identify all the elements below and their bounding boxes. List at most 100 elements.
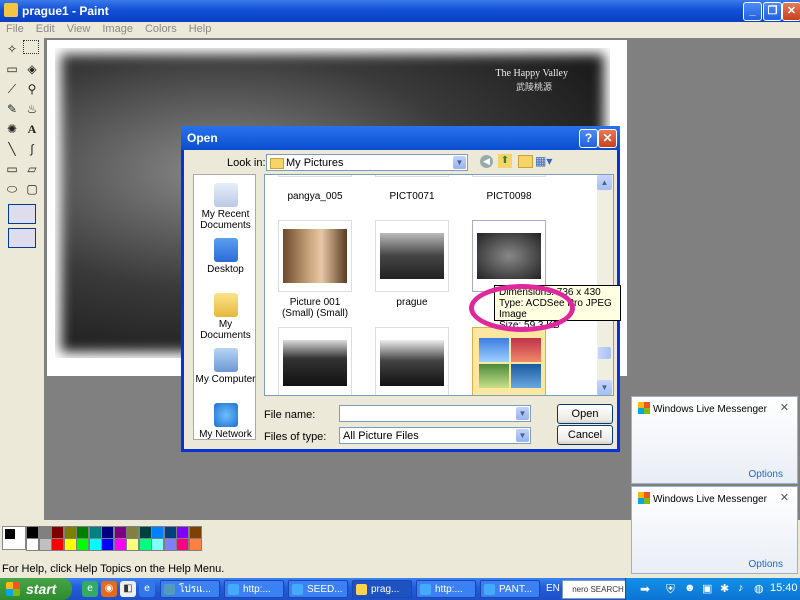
palette-swatch[interactable] [26, 538, 39, 551]
file-name-input[interactable]: ▼ [339, 405, 531, 422]
file-item-label[interactable]: Picture 001 (Small) (Small) [275, 297, 355, 319]
rounded-rect-icon[interactable]: ▢ [23, 180, 41, 198]
polygon-icon[interactable]: ▱ [23, 160, 41, 178]
dialog-close-button[interactable]: ✕ [598, 129, 617, 148]
opaque-select-icon[interactable] [8, 228, 36, 248]
palette-swatch[interactable] [51, 538, 64, 551]
palette-swatch[interactable] [38, 538, 52, 551]
text-tool-icon[interactable]: A [23, 120, 41, 138]
scroll-up-icon[interactable]: ▲ [597, 175, 612, 190]
palette-swatch[interactable] [101, 538, 114, 551]
messenger-toast[interactable]: Windows Live Messenger ✕ Options [631, 396, 798, 484]
rect-select-icon[interactable] [23, 40, 39, 54]
curve-icon[interactable]: ∫ [23, 140, 41, 158]
maximize-button[interactable]: ❐ [763, 2, 782, 21]
file-thumbnail[interactable] [375, 220, 449, 292]
messenger-tray-icon[interactable]: ☻ [684, 582, 696, 594]
look-in-select[interactable]: My Pictures ▼ [266, 154, 468, 171]
close-button[interactable]: ✕ [782, 2, 800, 21]
nero-search-box[interactable]: nero SEARCH [562, 580, 634, 599]
taskbar-item-active[interactable]: prag... [352, 580, 412, 598]
taskbar-item[interactable]: โปรแ... [160, 580, 220, 598]
file-type-select[interactable]: All Picture Files ▼ [339, 427, 531, 444]
toast-close-button[interactable]: ✕ [780, 401, 789, 414]
place-desktop[interactable]: Desktop [194, 238, 257, 275]
palette-swatch[interactable] [138, 538, 152, 551]
fill-bucket-icon[interactable]: ◈ [23, 60, 41, 78]
ie-icon[interactable]: e [139, 581, 155, 597]
clock[interactable]: 15:40 [770, 582, 798, 594]
transparent-select-icon[interactable] [8, 204, 36, 224]
eraser-icon[interactable]: ▭ [3, 60, 21, 78]
pencil-icon[interactable]: ✎ [3, 100, 21, 118]
arrow-icon[interactable]: ➡ [640, 582, 650, 596]
volume-icon[interactable]: ♪ [738, 582, 744, 594]
toast-close-button[interactable]: ✕ [780, 491, 789, 504]
taskbar-item[interactable]: PANT... [480, 580, 540, 598]
color-picker-icon[interactable]: ⟋ [3, 80, 21, 98]
file-item-label[interactable]: PICT0071 [372, 191, 452, 202]
open-button[interactable]: Open [557, 404, 613, 424]
file-thumbnail[interactable] [278, 220, 352, 292]
tray-app-icon[interactable]: ◍ [754, 582, 764, 595]
file-thumbnail-selected[interactable] [472, 220, 546, 292]
palette-swatch[interactable] [188, 538, 202, 551]
shield-icon[interactable]: ⛨ [666, 582, 675, 597]
up-folder-icon[interactable]: ⬆ [498, 154, 512, 168]
folder-thumbnail[interactable] [472, 327, 546, 395]
menu-colors[interactable]: Colors [139, 22, 183, 36]
line-icon[interactable]: ╲ [3, 140, 21, 158]
dialog-help-button[interactable]: ? [579, 129, 598, 148]
ellipse-icon[interactable]: ⬭ [3, 180, 21, 198]
messenger-toast[interactable]: Windows Live Messenger ✕ Options [631, 486, 798, 574]
file-item-label[interactable]: PICT0098 [469, 191, 549, 202]
palette-swatch[interactable] [113, 538, 127, 551]
palette-swatch[interactable] [151, 538, 164, 551]
rectangle-icon[interactable]: ▭ [3, 160, 21, 178]
file-thumbnail[interactable] [278, 327, 352, 395]
firefox-icon[interactable]: ◉ [101, 581, 117, 597]
airbrush-icon[interactable]: ✺ [3, 120, 21, 138]
scroll-down-icon[interactable]: ▼ [597, 380, 612, 395]
palette-swatch[interactable] [176, 538, 189, 551]
menu-edit[interactable]: Edit [30, 22, 61, 36]
dialog-title-bar[interactable]: Open ? ✕ [181, 126, 620, 150]
place-recent-documents[interactable]: My Recent Documents [194, 183, 257, 231]
place-my-documents[interactable]: My Documents [194, 293, 257, 341]
menu-image[interactable]: Image [96, 22, 139, 36]
taskbar-item[interactable]: http:... [224, 580, 284, 598]
current-colors[interactable] [2, 526, 26, 550]
brush-icon[interactable]: ♨ [23, 100, 41, 118]
palette-swatch[interactable] [76, 538, 89, 551]
file-item-label[interactable]: pangya_005 [275, 191, 355, 202]
cancel-button[interactable]: Cancel [557, 425, 613, 445]
back-icon[interactable]: ◀ [480, 155, 493, 168]
palette-swatch[interactable] [63, 538, 77, 551]
free-select-icon[interactable]: ✧ [3, 40, 21, 58]
toast-options-link[interactable]: Options [749, 469, 783, 480]
menu-help[interactable]: Help [183, 22, 218, 36]
place-my-computer[interactable]: My Computer [194, 348, 257, 385]
network-tray-icon[interactable]: ▣ [702, 582, 712, 595]
place-my-network[interactable]: My Network [194, 403, 257, 440]
new-folder-icon[interactable] [518, 155, 533, 168]
palette-swatch[interactable] [163, 538, 177, 551]
file-thumbnail[interactable] [375, 327, 449, 395]
scroll-thumb[interactable] [598, 347, 611, 359]
view-menu-icon[interactable]: ▦▾ [535, 154, 553, 168]
bluetooth-icon[interactable]: ✱ [720, 582, 729, 595]
menu-view[interactable]: View [61, 22, 97, 36]
show-desktop-icon[interactable]: ◧ [120, 581, 136, 597]
start-button[interactable]: start [0, 578, 72, 600]
magnifier-icon[interactable]: ⚲ [23, 80, 41, 98]
toast-options-link[interactable]: Options [749, 559, 783, 570]
menu-file[interactable]: File [0, 22, 30, 36]
quick-launch-icon[interactable]: e [82, 581, 98, 597]
minimize-button[interactable]: _ [743, 2, 762, 21]
palette-swatch[interactable] [126, 538, 139, 551]
taskbar-item[interactable]: http:... [416, 580, 476, 598]
taskbar-item[interactable]: SEED... [288, 580, 348, 598]
window-title-bar[interactable]: prague1 - Paint _ ❐ ✕ [0, 0, 800, 22]
palette-swatch[interactable] [88, 538, 102, 551]
file-item-label[interactable]: prague [372, 297, 452, 308]
